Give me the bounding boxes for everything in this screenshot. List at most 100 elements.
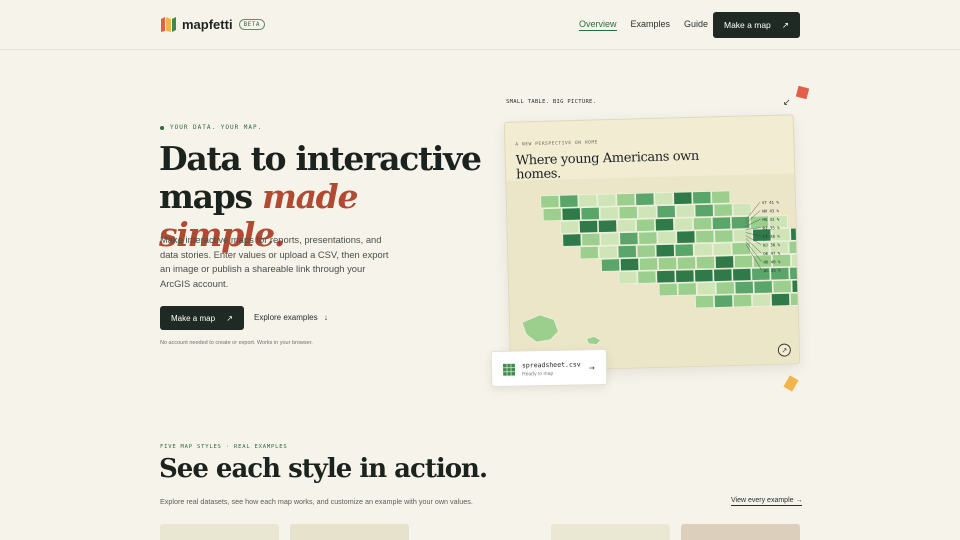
state-tile (655, 244, 675, 258)
nav-make-map-label: Make a map (724, 20, 771, 30)
callout-label: MD 40 % (763, 259, 781, 264)
state-tile (560, 220, 580, 234)
state-tile (693, 217, 712, 231)
file-name: spreadsheet.csv (521, 360, 581, 370)
state-tile (677, 256, 696, 270)
alaska-shape (521, 314, 559, 343)
state-tile (616, 193, 636, 207)
state-tile (619, 232, 639, 246)
state-tile (712, 242, 732, 256)
view-all-examples-link[interactable]: View every example → (731, 497, 803, 506)
nav-link-overview[interactable]: Overview (579, 19, 617, 31)
state-tile (620, 258, 640, 272)
example-thumbnail[interactable] (551, 524, 670, 540)
map-states (540, 190, 801, 309)
nav-link-guide[interactable]: Guide (684, 19, 708, 31)
state-tile (597, 193, 617, 207)
hero-description: Make interactive maps for reports, prese… (160, 234, 389, 289)
state-tile (694, 204, 714, 218)
hero-title-line2a: maps (159, 177, 253, 216)
nav-make-map-button[interactable]: Make a map ↗ (713, 12, 800, 38)
state-tile (655, 218, 674, 232)
state-tile (598, 219, 618, 233)
callout-label: DC 25 % (764, 268, 782, 273)
state-tile (599, 206, 619, 220)
state-tile (675, 269, 695, 283)
state-tile (733, 294, 753, 308)
state-tile (579, 220, 599, 234)
confetti-square-decoration (795, 85, 810, 100)
state-tile (712, 216, 731, 230)
state-tile (654, 192, 674, 206)
example-thumbnail[interactable] (160, 524, 279, 540)
state-tile (694, 269, 714, 283)
state-tile (790, 292, 801, 306)
hero-eyebrow: YOUR DATA. YOUR MAP. (160, 124, 262, 131)
state-tile (715, 255, 734, 269)
state-tile (715, 281, 735, 295)
arrow-down-icon: ↓ (323, 313, 328, 322)
state-tile (578, 194, 598, 208)
section-title: See each style in action. (159, 454, 488, 484)
state-tile (711, 190, 731, 204)
state-tile (673, 191, 693, 205)
callout-label: DE 47 % (763, 251, 781, 256)
state-tile (636, 218, 655, 232)
arrow-down-left-icon: ↙ (783, 98, 791, 108)
state-tile (752, 293, 771, 307)
hawaii-shape (586, 336, 602, 345)
hero-make-map-label: Make a map (171, 313, 216, 323)
state-tile (731, 242, 751, 256)
state-tile (790, 227, 801, 241)
csv-file-card[interactable]: spreadsheet.csv Ready to map → (490, 348, 608, 388)
state-tile (636, 244, 656, 258)
state-tile (635, 192, 655, 206)
state-tile (677, 282, 697, 296)
state-tile (772, 280, 792, 294)
explore-examples-link[interactable]: Explore examples ↓ (254, 313, 328, 322)
state-tile (561, 207, 581, 221)
file-status: Ready to map (522, 370, 554, 378)
preview-tagline: SMALL TABLE. BIG PICTURE. (506, 99, 597, 105)
nav-link-examples[interactable]: Examples (631, 19, 671, 31)
arrow-right-icon: → (588, 364, 595, 373)
callout-label: NH 43 % (762, 208, 780, 213)
us-choropleth-map: VT 41 % NH 43 % MA 32 % RI 35 % CT 38 % NJ 30… (521, 190, 801, 345)
top-nav: mapfetti BETA Overview Examples Guide Ma… (0, 0, 960, 50)
state-tile (675, 204, 695, 218)
state-tile (637, 270, 657, 284)
state-tile (580, 207, 600, 221)
state-tile (637, 205, 657, 219)
state-tile (542, 208, 562, 222)
state-tile (579, 246, 599, 260)
example-thumbnail[interactable] (290, 524, 409, 540)
state-tile (674, 243, 694, 257)
example-thumbnail[interactable] (681, 524, 800, 540)
state-tile (695, 230, 715, 244)
state-tile (559, 194, 579, 208)
arrow-up-right-icon: ↗ (226, 313, 233, 323)
state-tile (601, 258, 621, 272)
state-tile (639, 257, 659, 271)
card-kicker: A NEW PERSPECTIVE ON HOME (515, 140, 599, 148)
state-tile (695, 295, 715, 309)
state-tile (600, 232, 620, 246)
callout-label: MA 32 % (762, 217, 780, 222)
state-tile (791, 253, 801, 267)
hero-title-line1: Data to interactive (159, 139, 482, 178)
state-tile (734, 255, 753, 269)
state-tile (617, 219, 636, 233)
confetti-square-decoration (783, 375, 799, 392)
state-tile (618, 271, 638, 285)
beta-badge: BETA (238, 19, 266, 30)
state-tile (732, 203, 752, 217)
state-tile (713, 268, 733, 282)
hero-make-map-button[interactable]: Make a map ↗ (160, 306, 244, 330)
state-tile (674, 217, 693, 231)
map-logo-icon (161, 17, 176, 32)
state-tile (617, 245, 637, 259)
section-description: Explore real datasets, see how each map … (160, 497, 473, 506)
callout-label: NJ 30 % (763, 242, 781, 247)
brand[interactable]: mapfetti BETA (160, 16, 266, 33)
state-tile (696, 282, 716, 296)
